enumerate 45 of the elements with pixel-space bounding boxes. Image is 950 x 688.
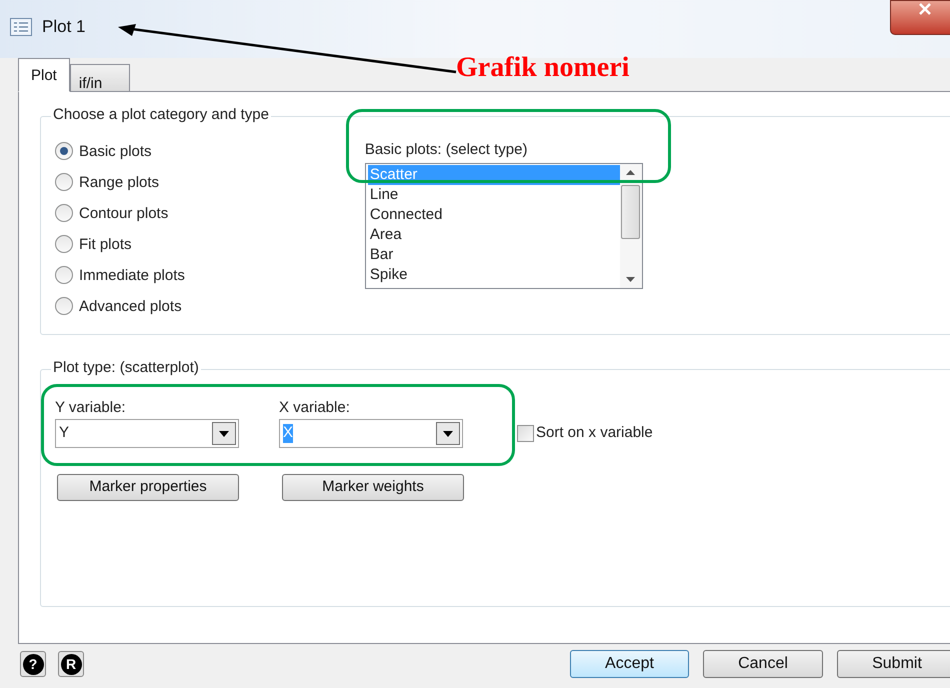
- tab[interactable]: Plot: [18, 58, 70, 92]
- list-item[interactable]: Area: [368, 224, 620, 245]
- field-label: X variable:: [279, 400, 351, 415]
- group-title: Plot type: (scatterplot): [51, 360, 201, 375]
- help-button[interactable]: ?: [20, 651, 46, 677]
- tab[interactable]: if/in: [70, 64, 130, 92]
- radio-option[interactable]: Contour plots: [55, 203, 185, 223]
- scrollbar[interactable]: [620, 164, 642, 288]
- radio-option[interactable]: Range plots: [55, 172, 185, 192]
- list-item[interactable]: Line: [368, 184, 620, 205]
- dialog-button[interactable]: Cancel: [703, 650, 823, 678]
- annotation-label: Grafik nomeri: [456, 54, 630, 82]
- scroll-up-icon[interactable]: [626, 170, 636, 175]
- list-item[interactable]: Bar: [368, 244, 620, 265]
- window-icon: [10, 18, 32, 36]
- list-item[interactable]: Connected: [368, 204, 620, 225]
- plot-type-list[interactable]: Scatter Line Connected Area Bar Spike: [364, 162, 643, 289]
- radio-icon[interactable]: [55, 173, 73, 191]
- list-label: Basic plots: (select type): [364, 141, 528, 160]
- window-title: Plot 1: [42, 18, 86, 35]
- sort-checkbox[interactable]: Sort on x variable: [517, 419, 653, 448]
- close-button[interactable]: [890, 0, 950, 35]
- close-icon: [918, 3, 932, 15]
- radio-icon[interactable]: [55, 235, 73, 253]
- radio-icon[interactable]: [55, 297, 73, 315]
- marker-button[interactable]: Marker properties: [57, 474, 239, 501]
- dropdown-icon[interactable]: [212, 422, 236, 445]
- list-item[interactable]: Spike: [368, 264, 620, 285]
- field-label: Y variable:: [55, 400, 127, 415]
- checkbox-icon[interactable]: [517, 425, 534, 442]
- dropdown-icon[interactable]: [436, 422, 460, 445]
- radio-option[interactable]: Immediate plots: [55, 265, 185, 285]
- dialog-button[interactable]: Submit: [837, 650, 950, 678]
- radio-icon[interactable]: [55, 142, 73, 160]
- group-title: Choose a plot category and type: [51, 107, 271, 122]
- dialog-button[interactable]: Accept: [570, 650, 689, 678]
- radio-option[interactable]: Basic plots: [55, 141, 185, 161]
- scroll-down-icon[interactable]: [626, 276, 636, 282]
- variable-combo[interactable]: Y: [55, 419, 239, 448]
- help-button[interactable]: R: [58, 651, 84, 677]
- radio-option[interactable]: Fit plots: [55, 234, 185, 254]
- radio-icon[interactable]: [55, 204, 73, 222]
- marker-button[interactable]: Marker weights: [282, 474, 464, 501]
- radio-icon[interactable]: [55, 266, 73, 284]
- radio-option[interactable]: Advanced plots: [55, 296, 185, 316]
